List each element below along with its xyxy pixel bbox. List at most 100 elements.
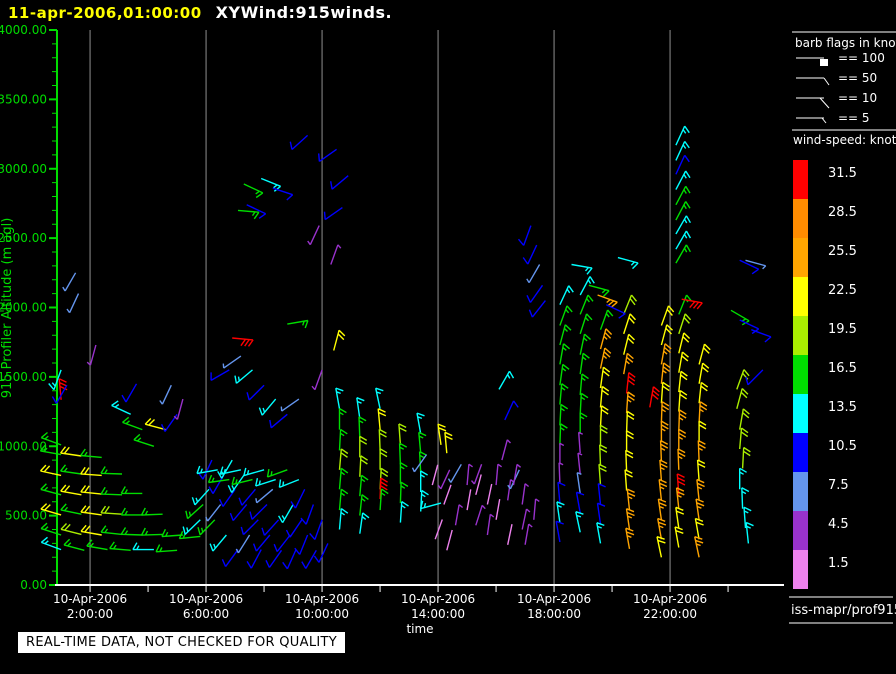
wind-barb [416, 412, 425, 434]
wind-barb [599, 385, 610, 408]
wind-barb [678, 313, 692, 335]
wind-barb [675, 140, 690, 161]
wind-barb [207, 474, 230, 484]
wind-barb [495, 463, 503, 486]
wind-barb [120, 527, 143, 536]
wind-barb [625, 449, 634, 472]
wind-barb [246, 549, 262, 569]
x-tick-time: 6:00:00 [183, 607, 229, 621]
wind-barb [273, 534, 291, 553]
wind-barb [338, 488, 349, 511]
wind-barb [678, 351, 689, 373]
wind-barb [80, 466, 102, 477]
wind-barb [140, 507, 163, 516]
wind-barb [466, 489, 472, 511]
wind-profile-plot: 0.00500.001000.001500.002000.002500.0030… [0, 23, 896, 636]
colorbar-segment [793, 199, 808, 238]
wind-barb [739, 427, 749, 450]
wind-barb [698, 343, 711, 365]
wind-barb [446, 529, 453, 551]
wind-barb [359, 512, 370, 534]
wind-barb [39, 464, 62, 477]
wind-barb [625, 508, 635, 530]
wind-barb [745, 521, 754, 544]
y-tick-label: 1000.00 [0, 439, 47, 453]
wind-barb [290, 488, 306, 509]
wind-barb [696, 478, 705, 501]
wind-barb [528, 300, 546, 318]
x-tick-date: 10-Apr-2006 [285, 592, 359, 606]
colorbar-label: 7.5 [828, 478, 849, 493]
wind-barb [597, 482, 606, 505]
wind-barb [675, 125, 690, 146]
wind-barb [625, 430, 634, 452]
wind-barb [120, 486, 143, 495]
wind-barb [358, 416, 367, 438]
wind-barb [209, 534, 227, 552]
wind-barb [658, 478, 668, 501]
wind-barb [675, 154, 690, 175]
wind-barb [660, 362, 671, 384]
wind-barb [301, 549, 317, 569]
wind-barb [596, 522, 605, 544]
wind-barb [100, 505, 123, 515]
wind-barb [576, 471, 582, 494]
wind-barb [579, 313, 593, 335]
colorbar-header: wind-speed: knots [793, 133, 896, 147]
wind-barb [333, 329, 346, 351]
wind-barb [338, 407, 347, 430]
wind-barb [579, 333, 591, 355]
colorbar-segment [793, 394, 808, 433]
wind-barb [678, 390, 688, 412]
wind-barb [695, 498, 705, 520]
wind-barb [526, 284, 544, 303]
wind-barb [575, 491, 585, 514]
wind-barb [660, 420, 669, 443]
x-tick-time: 14:00:00 [411, 607, 465, 621]
wind-barb [486, 513, 495, 536]
wind-barb [63, 538, 85, 551]
wind-barb [698, 401, 708, 423]
wind-barb [559, 343, 571, 365]
wind-barb [626, 488, 636, 511]
barb-50-icon [823, 77, 830, 86]
wind-barb [659, 459, 668, 481]
wind-barb [60, 484, 82, 496]
wind-barb [599, 424, 608, 447]
wind-barb [739, 259, 760, 275]
barbs [39, 125, 772, 570]
wind-barb [205, 504, 222, 522]
wind-barb [294, 534, 309, 555]
legend-item-label: == 100 [838, 51, 885, 65]
wind-barb [60, 464, 82, 475]
wind-barb [625, 391, 636, 413]
wind-barb [625, 372, 636, 394]
wind-barb [120, 507, 143, 516]
wind-barb [287, 319, 309, 329]
wind-barb [132, 542, 154, 551]
wind-barb [741, 446, 751, 469]
wind-barb [739, 408, 750, 430]
wind-barb [677, 448, 686, 470]
wind-barb [522, 244, 538, 265]
wind-barb [571, 263, 593, 275]
wind-barb [675, 185, 691, 206]
wind-barb [243, 183, 264, 199]
wind-barb [559, 383, 569, 405]
footer-stamp: iss-mapr/prof915l [789, 596, 896, 624]
wind-barb [675, 215, 692, 235]
x-tick-date: 10-Apr-2006 [517, 592, 591, 606]
colorbar-label: 28.5 [828, 205, 857, 220]
wind-barb [399, 481, 409, 504]
x-tick-time: 10:00:00 [295, 607, 349, 621]
barb-5-icon [821, 117, 827, 124]
wind-barb [246, 384, 265, 401]
wind-barb [696, 459, 706, 481]
wind-barb [674, 526, 684, 548]
wind-barb [739, 467, 747, 490]
wind-barb [280, 398, 300, 412]
wind-barb [266, 468, 288, 478]
wind-barb [649, 386, 660, 408]
y-tick-label: 3500.00 [0, 92, 47, 106]
y-tick-label: 0.00 [20, 578, 47, 592]
